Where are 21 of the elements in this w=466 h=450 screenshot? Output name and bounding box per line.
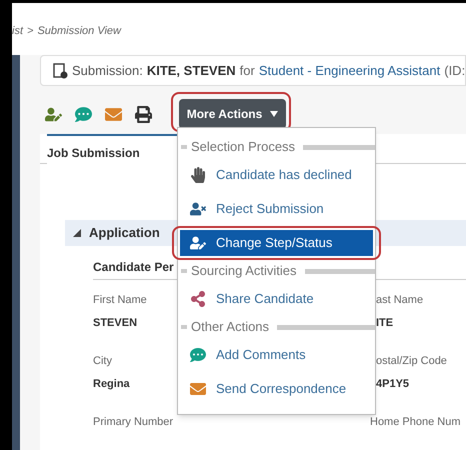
header-label: Submission: (72, 62, 143, 80)
candidate-name: KITE, STEVEN (146, 62, 236, 80)
menu-group-label: Sourcing Activities (191, 262, 296, 280)
header-text: for (240, 62, 255, 80)
field-label: City (93, 354, 112, 369)
field-label: ostal/Zip Code (376, 354, 447, 369)
field-value: STEVEN (93, 316, 138, 330)
field-label: Primary Number (93, 415, 174, 430)
field-value: ITE (376, 316, 394, 330)
subsection-title: Candidate Per (93, 260, 174, 274)
breadcrumb-current: Submission View (37, 24, 121, 39)
menu-group-label: Other Actions (191, 318, 270, 336)
field-value: 4P1Y5 (376, 376, 410, 392)
field-value: Regina (93, 376, 130, 392)
field-label: Home Phone Num (370, 415, 460, 430)
section-title: Application (89, 224, 160, 242)
header-text: (ID: (444, 62, 466, 80)
menu-group-label: Selection Process (191, 138, 296, 156)
field-label: ast Name (376, 293, 424, 308)
breadcrumb-separator: > (27, 24, 34, 39)
field-label: First Name (93, 293, 147, 308)
